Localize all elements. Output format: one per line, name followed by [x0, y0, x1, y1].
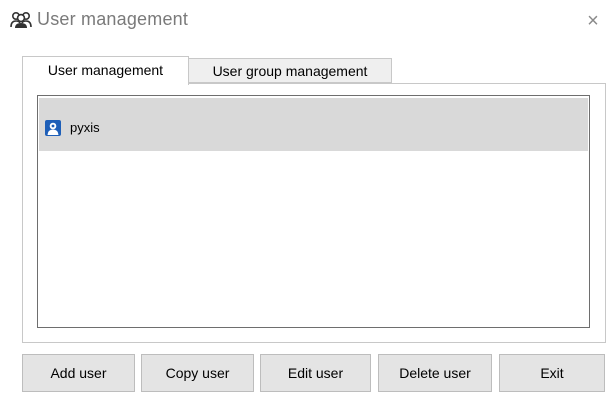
add-user-button[interactable]: Add user [22, 354, 135, 392]
close-icon[interactable]: × [582, 10, 604, 32]
tab-user-group-management[interactable]: User group management [189, 58, 392, 83]
title-bar: User management × [0, 0, 607, 40]
user-list[interactable]: pyxis [37, 95, 590, 328]
users-icon [10, 11, 32, 29]
tab-user-management[interactable]: User management [22, 56, 189, 85]
window-title: User management [37, 9, 189, 29]
edit-user-button[interactable]: Edit user [260, 354, 371, 392]
delete-user-button[interactable]: Delete user [378, 354, 492, 392]
list-item[interactable]: pyxis [39, 98, 588, 151]
exit-button[interactable]: Exit [499, 354, 605, 392]
user-name: pyxis [70, 120, 100, 135]
user-icon [45, 120, 61, 136]
copy-user-button[interactable]: Copy user [141, 354, 254, 392]
